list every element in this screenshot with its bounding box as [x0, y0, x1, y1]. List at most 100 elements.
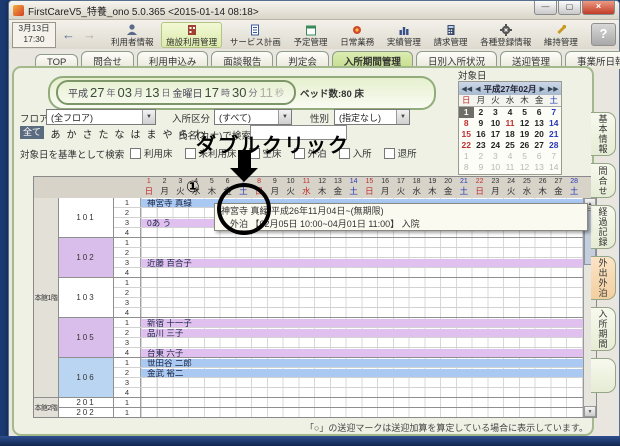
category-select[interactable]: (すべて) ▼ — [214, 109, 292, 125]
calendar-day-cell[interactable]: 7 — [546, 107, 561, 118]
checkbox-退所[interactable]: 退所 — [384, 146, 417, 160]
calendar-day-cell[interactable]: 12 — [517, 118, 532, 129]
toolbar-button-maintenance[interactable]: 維持管理 — [539, 22, 583, 48]
kana-letter-button[interactable]: か — [66, 126, 77, 141]
room-number-cell[interactable]: 101 — [59, 198, 114, 238]
room-number-cell[interactable]: 201 — [59, 398, 114, 408]
room-number-cell[interactable]: 106 — [59, 358, 114, 398]
calendar-day-cell[interactable]: 12 — [517, 162, 532, 173]
calendar-day-cell[interactable]: 22 — [459, 140, 474, 151]
scroll-down-icon[interactable]: ▼ — [584, 406, 596, 417]
calendar-day-cell[interactable]: 8 — [459, 162, 474, 173]
calendar-day-cell[interactable]: 14 — [546, 162, 561, 173]
calendar-day-cell[interactable]: 3 — [488, 107, 503, 118]
kana-letter-button[interactable]: あ — [50, 126, 61, 141]
bed-row[interactable]: 1 — [34, 408, 584, 417]
calendar-next-month-icon[interactable]: ▶ — [539, 85, 544, 93]
calendar-day-cell[interactable]: 19 — [517, 129, 532, 140]
stay-bar[interactable]: 近藤 百合子 — [141, 259, 584, 267]
calendar-day-cell[interactable]: 20 — [532, 129, 547, 140]
calendar-day-cell[interactable]: 9 — [474, 118, 489, 129]
toolbar-button-registration[interactable]: 各種登録情報 — [475, 22, 536, 48]
calendar-day-cell[interactable]: 2 — [474, 107, 489, 118]
calendar-day-cell[interactable]: 1 — [459, 151, 474, 162]
maximize-button[interactable]: ▢ — [558, 1, 581, 15]
toolbar-button-person[interactable]: 利用者情報 — [106, 22, 159, 48]
side-tab-入所期間[interactable]: 入所期間 — [591, 307, 616, 351]
calendar-day-cell[interactable]: 10 — [488, 162, 503, 173]
bed-day-area[interactable] — [141, 278, 584, 287]
side-tab-blank[interactable] — [591, 358, 616, 393]
bed-row[interactable]: 3 — [34, 298, 584, 308]
bed-day-area[interactable] — [141, 388, 584, 397]
calendar-day-cell[interactable]: 13 — [532, 118, 547, 129]
toolbar-button-results[interactable]: 実績管理 — [382, 22, 426, 48]
stay-bar[interactable]: 世田谷 二郎 — [141, 359, 584, 367]
kana-all-button[interactable]: 全て — [20, 126, 44, 139]
forward-arrow-icon[interactable]: → — [81, 27, 98, 42]
bed-row[interactable]: 2品川 三子 — [34, 328, 584, 338]
bed-day-area[interactable]: 金武 裕二 — [141, 368, 584, 377]
calendar-day-cell[interactable]: 3 — [488, 151, 503, 162]
kana-letter-button[interactable]: な — [114, 126, 125, 141]
back-arrow-icon[interactable]: ← — [60, 27, 77, 42]
close-button[interactable]: × — [582, 1, 615, 15]
bed-row[interactable]: 4 — [34, 308, 584, 318]
calendar-day-cell[interactable]: 17 — [488, 129, 503, 140]
bed-row[interactable]: 1世田谷 二郎 — [34, 358, 584, 368]
bed-row[interactable]: 1 — [34, 238, 584, 248]
bed-row[interactable]: 4 — [34, 388, 584, 398]
bed-day-area[interactable] — [141, 378, 584, 387]
calendar-day-cell[interactable]: 9 — [474, 162, 489, 173]
bed-day-area[interactable] — [141, 398, 584, 407]
title-bar[interactable]: FirstCareV5_特養_ono 5.0.365 <2015-01-14 0… — [9, 1, 619, 20]
calendar-day-cell[interactable]: 16 — [474, 129, 489, 140]
bed-row[interactable]: 3 — [34, 378, 584, 388]
bed-day-area[interactable] — [141, 298, 584, 307]
calendar-day-cell[interactable]: 8 — [459, 118, 474, 129]
bed-day-area[interactable]: 世田谷 二郎 — [141, 358, 584, 367]
calendar-day-cell[interactable]: 14 — [546, 118, 561, 129]
calendar-day-cell[interactable]: 6 — [532, 151, 547, 162]
kana-letter-button[interactable]: た — [98, 126, 109, 141]
bed-day-area[interactable] — [141, 248, 584, 257]
calendar-day-cell[interactable]: 13 — [532, 162, 547, 173]
bed-day-area[interactable] — [141, 408, 584, 417]
calendar-day-cell[interactable]: 27 — [532, 140, 547, 151]
bed-day-area[interactable]: 台東 六子 — [141, 348, 584, 357]
bed-day-area[interactable] — [141, 268, 584, 277]
room-number-cell[interactable]: 103 — [59, 278, 114, 318]
bed-row[interactable]: 3近藤 百合子 — [34, 258, 584, 268]
toolbar-button-facility[interactable]: 施設利用管理 — [161, 22, 222, 48]
bed-row[interactable]: 1 — [34, 278, 584, 288]
kana-letter-button[interactable]: は — [130, 126, 141, 141]
calendar-day-cell[interactable]: 11 — [503, 162, 518, 173]
bed-row[interactable]: 2 — [34, 248, 584, 258]
stay-bar[interactable]: 新宿 十一子 — [141, 319, 584, 327]
toolbar-button-service-plan[interactable]: サービス計画 — [225, 22, 286, 48]
toolbar-button-daily-work[interactable]: 日常業務 — [335, 22, 379, 48]
calendar-day-cell[interactable]: 10 — [488, 118, 503, 129]
calendar-day-cell[interactable]: 25 — [503, 140, 518, 151]
side-tab-問合せ[interactable]: 問合せ — [591, 163, 616, 198]
bed-row[interactable]: 1新宿 十一子 — [34, 318, 584, 328]
side-tab-基本情報[interactable]: 基本情報 — [591, 112, 616, 156]
kana-letter-button[interactable]: ま — [146, 126, 157, 141]
bed-row[interactable]: 4台東 六子 — [34, 348, 584, 358]
calendar-day-cell[interactable]: 23 — [474, 140, 489, 151]
side-tab-外出外泊[interactable]: 外出外泊 — [591, 256, 616, 300]
bed-row[interactable]: 2金武 裕二 — [34, 368, 584, 378]
bed-day-area[interactable] — [141, 308, 584, 317]
room-number-cell[interactable]: 105 — [59, 318, 114, 358]
bed-row[interactable]: 1 — [34, 398, 584, 408]
bed-row[interactable]: 4 — [34, 268, 584, 278]
calendar-prev-year-icon[interactable]: ◀◀ — [461, 85, 472, 93]
calendar-day-cell[interactable]: 1 — [459, 107, 474, 118]
bed-row[interactable]: 3 — [34, 338, 584, 348]
calendar-prev-month-icon[interactable]: ◀ — [475, 85, 480, 93]
calendar-day-cell[interactable]: 11 — [503, 118, 518, 129]
calendar-day-cell[interactable]: 2 — [474, 151, 489, 162]
calendar-day-cell[interactable]: 6 — [532, 107, 547, 118]
calendar-day-cell[interactable]: 26 — [517, 140, 532, 151]
stay-bar[interactable]: 品川 三子 — [141, 329, 584, 337]
